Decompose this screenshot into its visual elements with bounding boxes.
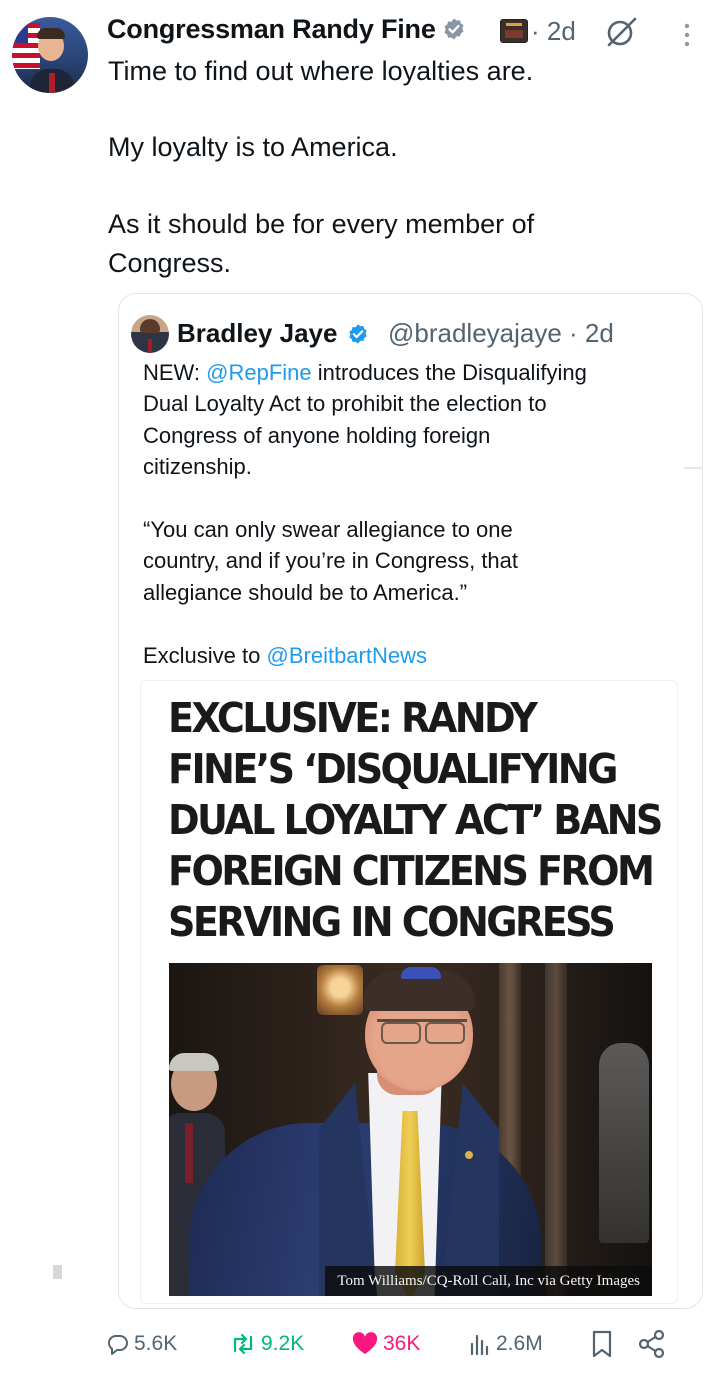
views-count: 2.6M	[496, 1332, 543, 1355]
quote-line: country, and if you’re in Congress, that	[143, 548, 519, 573]
quote-line: allegiance should be to America.”	[143, 580, 468, 605]
article-headline: EXCLUSIVE: RANDY FINE’S ‘DISQUALIFYING D…	[168, 693, 663, 948]
quoted-author-name[interactable]: Bradley Jaye	[177, 318, 369, 349]
statue	[599, 1043, 649, 1243]
retweet-icon	[233, 1333, 253, 1355]
background-person-tie	[185, 1123, 193, 1183]
background-person-hair	[169, 1053, 219, 1071]
bookmark-icon[interactable]	[590, 1329, 614, 1359]
avatar-tie	[49, 73, 55, 93]
retweet-count: 9.2K	[261, 1332, 305, 1355]
author-name-text[interactable]: Congressman Randy Fine	[107, 14, 436, 44]
flag-graphic	[12, 23, 40, 69]
quoted-text-prefix: NEW:	[143, 360, 207, 385]
headline-line: DUAL LOYALTY ACT’ BANS	[168, 796, 663, 844]
quoted-author-avatar[interactable]	[131, 315, 169, 353]
reply-button[interactable]: 5.6K	[106, 1325, 177, 1363]
tweet-timestamp[interactable]: · 2d	[531, 16, 576, 47]
headline-line: EXCLUSIVE: RANDY	[168, 694, 538, 742]
card-edge-mark	[684, 467, 702, 469]
tweet-text-line: Congress.	[108, 248, 232, 278]
verified-badge-icon	[348, 324, 367, 344]
quoted-handle-time[interactable]: @bradleyajaye · 2d	[388, 318, 614, 349]
grok-icon[interactable]	[604, 14, 640, 50]
quote-line: “You can only swear allegiance to one	[143, 517, 513, 542]
exclusive-line: Exclusive to @BreitbartNews	[143, 640, 427, 671]
exclusive-prefix: Exclusive to	[143, 643, 267, 668]
screen-smudge	[53, 1265, 62, 1279]
reply-icon	[107, 1334, 128, 1355]
mention-link[interactable]: @RepFine	[206, 360, 312, 385]
reply-count: 5.6K	[134, 1332, 178, 1355]
like-count: 36K	[383, 1332, 421, 1355]
quoted-author-name-text[interactable]: Bradley Jaye	[177, 318, 337, 348]
verified-badge-icon	[444, 18, 464, 40]
affiliation-badge-icon[interactable]	[500, 19, 528, 43]
headline-line: SERVING IN CONGRESS	[168, 898, 616, 946]
views-button[interactable]: 2.6M	[468, 1325, 543, 1363]
article-photo[interactable]: Tom Williams/CQ-Roll Call, Inc via Getty…	[169, 963, 652, 1296]
pillar	[545, 963, 567, 1296]
lapel-pin	[465, 1151, 473, 1159]
share-icon[interactable]	[637, 1329, 667, 1359]
tweet-text-line: My loyalty is to America.	[108, 132, 398, 162]
mention-link[interactable]: @BreitbartNews	[267, 643, 428, 668]
quoted-text-line: NEW: @RepFine introduces the Disqualifyi…	[143, 357, 587, 388]
headline-line: FINE’S ‘DISQUALIFYING	[168, 745, 618, 793]
heart-icon	[352, 1332, 378, 1354]
tweet-text-line: Time to find out where loyalties are.	[108, 56, 534, 86]
quoted-text-suffix: introduces the Disqualifying	[311, 360, 587, 385]
like-button[interactable]: 36K	[351, 1325, 420, 1363]
quoted-text-line: Congress of anyone holding foreign	[143, 423, 491, 448]
wall-lamp	[317, 965, 363, 1015]
headline-line: FOREIGN CITIZENS FROM	[168, 847, 655, 895]
tweet-text-line: As it should be for every member of	[108, 209, 535, 239]
quoted-text-line: citizenship.	[143, 454, 252, 479]
photo-credit: Tom Williams/CQ-Roll Call, Inc via Getty…	[325, 1266, 652, 1296]
avatar-hair	[37, 28, 65, 39]
more-dots-icon[interactable]	[675, 18, 699, 52]
quoted-text-line: Dual Loyalty Act to prohibit the electio…	[143, 391, 547, 416]
author-name[interactable]: Congressman Randy Fine	[107, 14, 466, 45]
author-avatar[interactable]	[12, 17, 88, 93]
retweet-button[interactable]: 9.2K	[229, 1325, 304, 1363]
kippah	[401, 967, 441, 979]
views-chart-icon	[470, 1334, 489, 1356]
glasses	[377, 1019, 467, 1044]
